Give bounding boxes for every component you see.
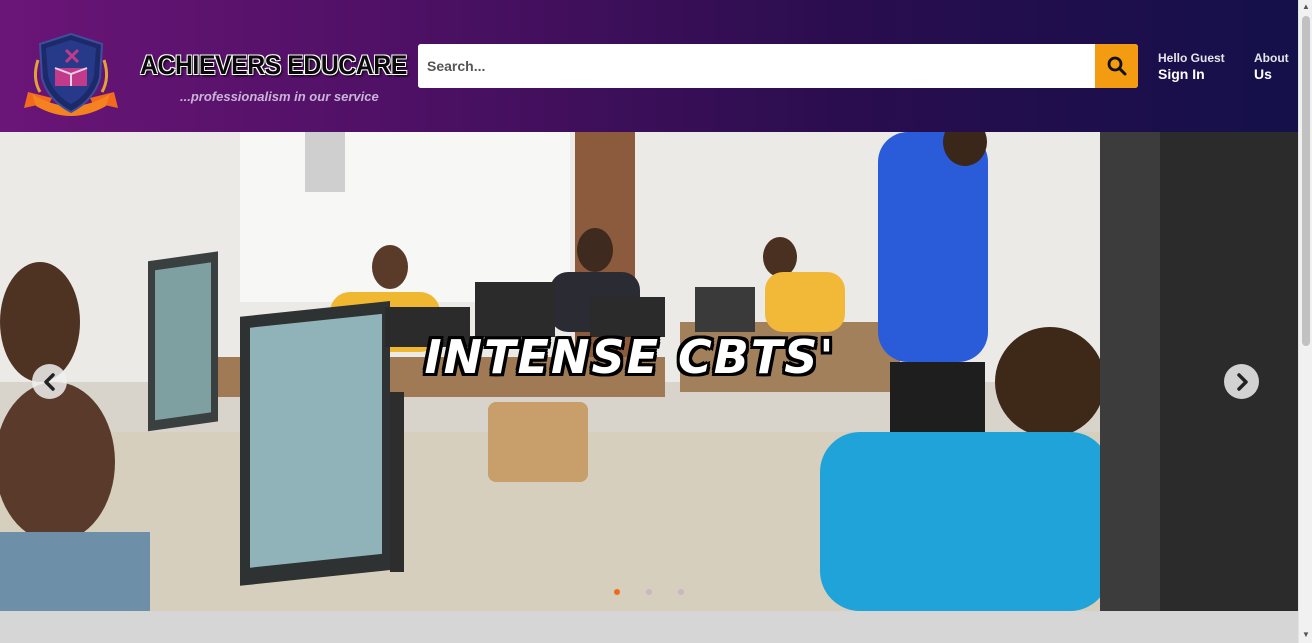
carousel-prev-button[interactable] [32,364,67,399]
carousel-next-button[interactable] [1224,364,1259,399]
brand-title: ACHIEVERS EDUCARE [140,50,407,80]
site-header: ACHIEVERS EDUCARE ...professionalism in … [0,0,1298,132]
account-menu[interactable]: Hello Guest Sign In [1158,51,1225,83]
search-icon [1107,56,1126,76]
greeting-text: Hello Guest [1158,51,1225,65]
chevron-left-icon [43,372,55,391]
carousel-dot[interactable] [646,589,652,595]
page: ACHIEVERS EDUCARE ...professionalism in … [0,0,1312,643]
scroll-thumb[interactable] [1302,16,1310,346]
shield-crest-logo-icon [24,32,118,116]
carousel-dot[interactable] [614,589,620,595]
logo[interactable] [22,30,120,118]
search-input[interactable] [418,44,1095,88]
page-scrollbar[interactable]: ▲ ▼ [1298,0,1312,643]
slide-caption: INTENSE CBTS' [424,330,836,384]
scroll-up-icon[interactable]: ▲ [1302,3,1310,11]
chevron-right-icon [1236,372,1248,391]
about-line-1: About [1254,51,1289,65]
search-button[interactable] [1095,44,1138,88]
scroll-down-icon[interactable]: ▼ [1302,631,1310,639]
sign-in-link[interactable]: Sign In [1158,65,1225,83]
content-below-fold [0,611,1298,643]
search-bar [418,44,1138,88]
brand-tagline: ...professionalism in our service [180,89,379,104]
carousel-dot[interactable] [678,589,684,595]
about-line-2: Us [1254,66,1272,82]
about-us-link[interactable]: About Us [1254,51,1289,83]
hero-carousel: INTENSE CBTS' [0,132,1298,611]
carousel-indicators [614,589,684,595]
